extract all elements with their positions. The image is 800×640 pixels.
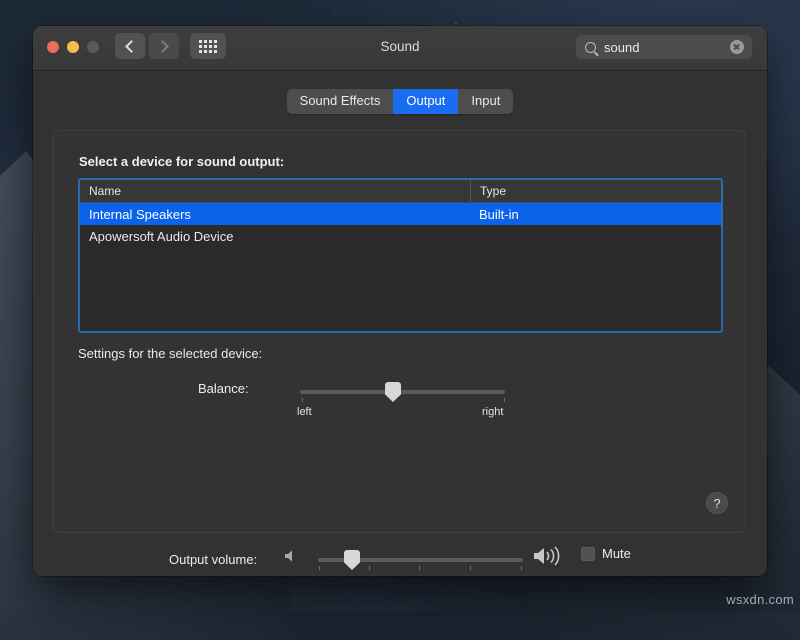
window-body: Sound Effects Output Input Select a devi… <box>33 71 767 576</box>
volume-tick <box>470 566 471 570</box>
search-field[interactable]: sound <box>576 35 752 59</box>
tab-bar: Sound Effects Output Input <box>33 89 767 114</box>
device-type: Built-in <box>470 207 721 222</box>
table-row[interactable]: Apowersoft Audio Device <box>80 225 721 247</box>
tab-input[interactable]: Input <box>458 89 513 114</box>
column-header-type[interactable]: Type <box>470 180 721 202</box>
speaker-high-icon <box>532 544 566 568</box>
balance-label: Balance: <box>198 381 249 396</box>
settings-label: Settings for the selected device: <box>78 346 262 361</box>
volume-slider-thumb[interactable] <box>344 550 360 570</box>
table-row[interactable]: Internal Speakers Built-in <box>80 203 721 225</box>
help-button[interactable]: ? <box>706 492 728 514</box>
sound-preferences-window: Sound sound Sound Effects Output Input S… <box>33 26 767 576</box>
balance-tick-left <box>302 398 303 402</box>
column-header-name[interactable]: Name <box>80 184 470 198</box>
balance-slider-track[interactable] <box>300 390 505 394</box>
balance-left-label: left <box>297 406 312 418</box>
mute-checkbox[interactable] <box>581 547 595 561</box>
watermark: wsxdn.com <box>726 592 794 607</box>
device-name: Apowersoft Audio Device <box>80 229 470 244</box>
tab-output[interactable]: Output <box>393 89 458 114</box>
volume-tick <box>521 566 522 570</box>
balance-right-label: right <box>482 406 503 418</box>
search-icon <box>585 42 596 53</box>
tab-group: Sound Effects Output Input <box>287 89 514 114</box>
balance-tick-right <box>504 398 505 402</box>
tab-sound-effects[interactable]: Sound Effects <box>287 89 394 114</box>
device-name: Internal Speakers <box>80 207 470 222</box>
table-header: Name Type <box>80 180 721 203</box>
mute-label[interactable]: Mute <box>602 546 631 561</box>
volume-tick <box>319 566 320 570</box>
volume-tick <box>369 566 370 570</box>
output-settings-panel: Select a device for sound output: Name T… <box>52 130 746 533</box>
speaker-low-icon <box>282 548 298 564</box>
clear-search-icon[interactable] <box>730 40 744 54</box>
balance-slider-thumb[interactable] <box>385 382 401 402</box>
output-volume-label: Output volume: <box>169 552 257 567</box>
search-input-value[interactable]: sound <box>604 40 730 55</box>
device-table[interactable]: Name Type Internal Speakers Built-in Apo… <box>78 178 723 333</box>
section-label: Select a device for sound output: <box>79 154 284 169</box>
window-titlebar: Sound sound <box>33 26 767 71</box>
volume-tick <box>419 566 420 570</box>
